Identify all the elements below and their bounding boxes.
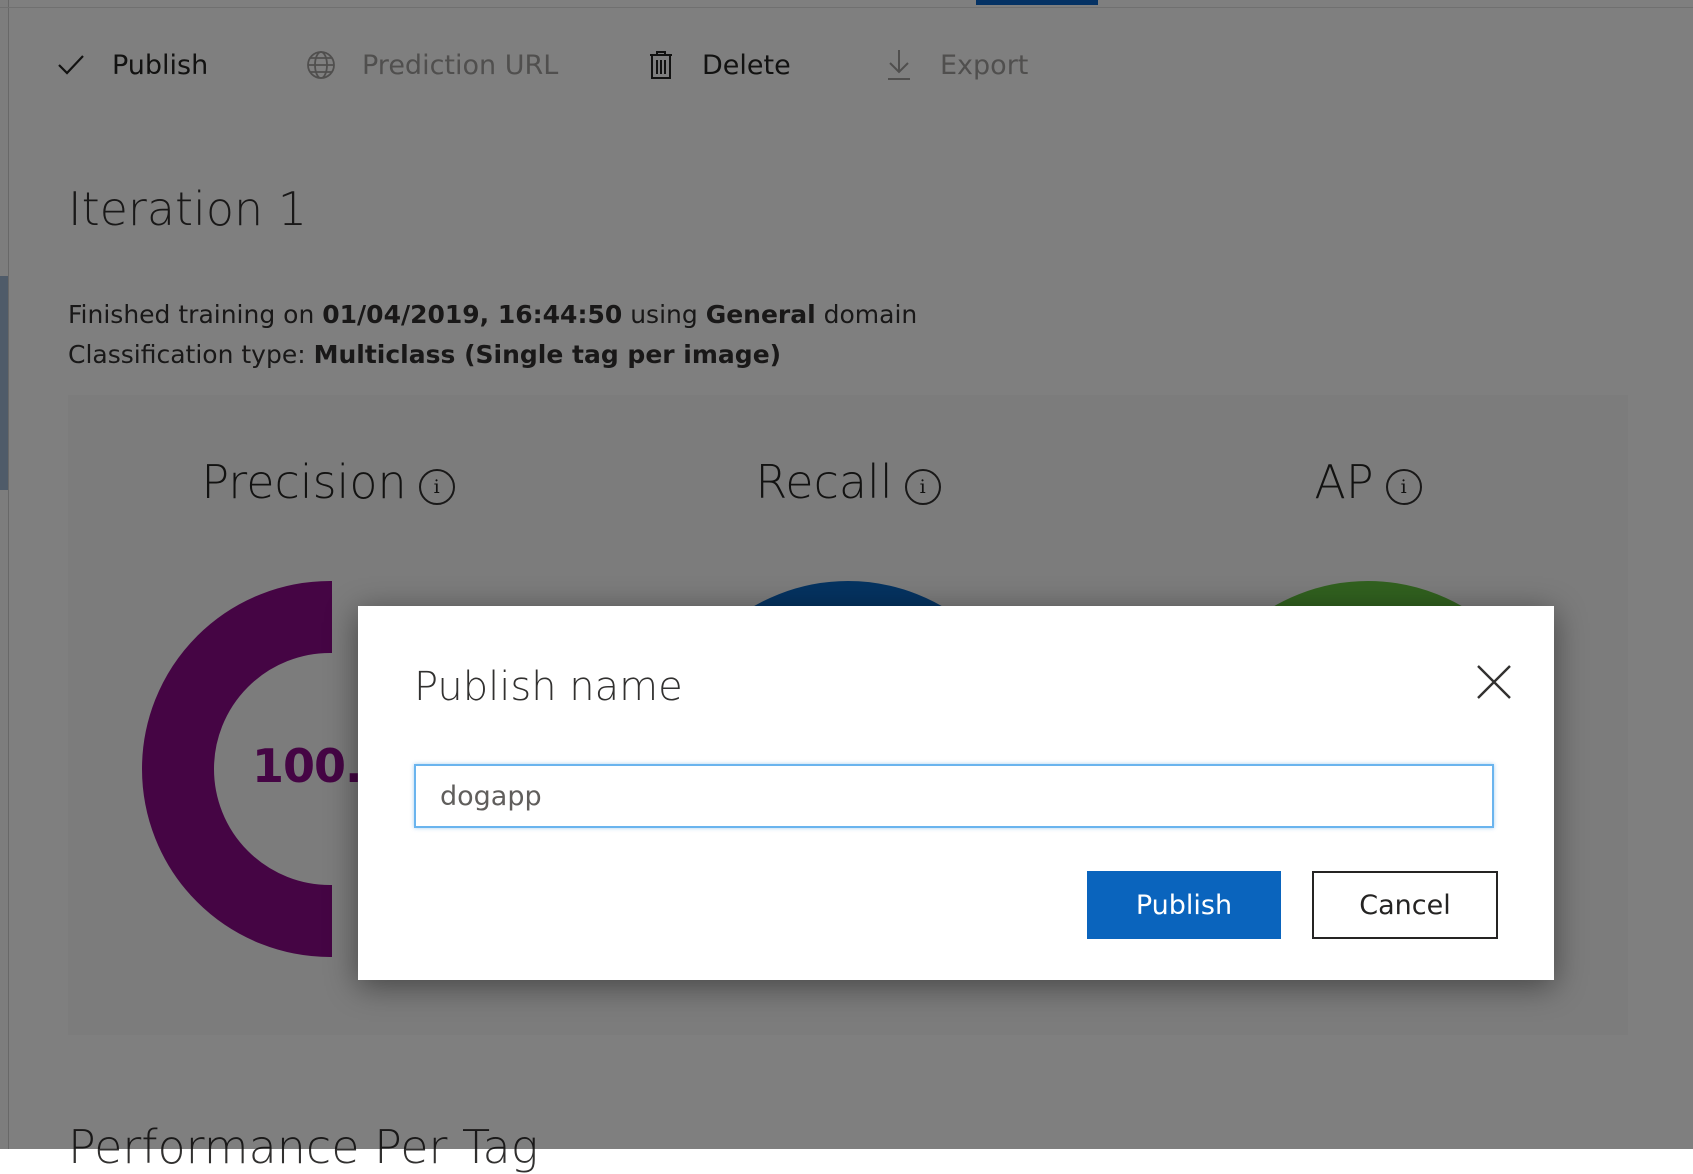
close-button[interactable] (1474, 662, 1514, 702)
cancel-button[interactable]: Cancel (1312, 871, 1498, 939)
publish-dialog: Publish name Publish Cancel (358, 606, 1554, 980)
publish-name-input[interactable] (414, 764, 1494, 828)
dialog-title: Publish name (414, 664, 683, 710)
close-icon (1477, 665, 1511, 699)
publish-button[interactable]: Publish (1087, 871, 1281, 939)
